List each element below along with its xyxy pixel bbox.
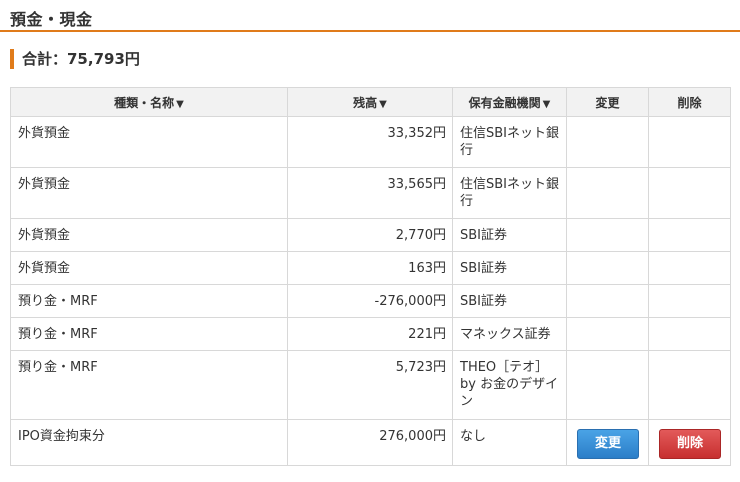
table-header-row: 種類・名称 ▼ 残高 ▼ 保有金融機関 ▼ 変更 削除 bbox=[10, 87, 731, 117]
cell-institution: 住信SBIネット銀行 bbox=[452, 167, 567, 219]
cell-delete bbox=[648, 350, 731, 420]
cell-balance: 163円 bbox=[287, 251, 453, 285]
cell-balance: 33,352円 bbox=[287, 116, 453, 168]
cell-delete bbox=[648, 167, 731, 219]
table-row: 預り金・MRF 221円 マネックス証券 bbox=[10, 317, 731, 351]
cell-type: 預り金・MRF bbox=[10, 350, 288, 420]
sort-down-icon: ▼ bbox=[176, 98, 184, 110]
deposits-table: 種類・名称 ▼ 残高 ▼ 保有金融機関 ▼ 変更 削除 外貨預金 33,352円 住信… bbox=[10, 87, 731, 466]
column-header-balance[interactable]: 残高 ▼ bbox=[287, 87, 453, 117]
column-header-institution-label: 保有金融機関 bbox=[468, 95, 541, 110]
column-header-type[interactable]: 種類・名称 ▼ bbox=[10, 87, 288, 117]
cell-institution: SBI証券 bbox=[452, 284, 567, 318]
cell-institution: SBI証券 bbox=[452, 251, 567, 285]
cell-type: IPO資金拘束分 bbox=[10, 419, 288, 466]
cell-delete bbox=[648, 116, 731, 168]
cell-balance: -276,000円 bbox=[287, 284, 453, 318]
column-header-type-label: 種類・名称 bbox=[114, 95, 175, 110]
cell-institution: THEO［テオ］by お金のデザイン bbox=[452, 350, 567, 420]
sort-down-icon: ▼ bbox=[542, 98, 551, 110]
table-row: 外貨預金 2,770円 SBI証券 bbox=[10, 218, 731, 252]
cell-delete bbox=[648, 284, 731, 318]
cell-balance: 33,565円 bbox=[287, 167, 453, 219]
delete-button[interactable]: 削除 bbox=[659, 429, 721, 459]
cell-type: 外貨預金 bbox=[10, 251, 288, 285]
cell-delete bbox=[648, 251, 731, 285]
cell-edit bbox=[566, 350, 649, 420]
cell-type: 預り金・MRF bbox=[10, 284, 288, 318]
column-header-delete: 削除 bbox=[648, 87, 731, 117]
total-amount: 合計：75,793円 bbox=[10, 49, 140, 69]
table-row: 預り金・MRF 5,723円 THEO［テオ］by お金のデザイン bbox=[10, 350, 731, 420]
cell-type: 外貨預金 bbox=[10, 116, 288, 168]
column-header-edit: 変更 bbox=[566, 87, 649, 117]
cell-balance: 5,723円 bbox=[287, 350, 453, 420]
cell-edit bbox=[566, 116, 649, 168]
table-row: 外貨預金 163円 SBI証券 bbox=[10, 251, 731, 285]
table-row: 外貨預金 33,565円 住信SBIネット銀行 bbox=[10, 167, 731, 219]
cell-edit: 変更 bbox=[566, 419, 649, 466]
cell-delete bbox=[648, 317, 731, 351]
sort-down-icon: ▼ bbox=[379, 98, 387, 110]
cell-delete bbox=[648, 218, 731, 252]
cell-institution: マネックス証券 bbox=[452, 317, 567, 351]
cell-edit bbox=[566, 218, 649, 252]
cell-type: 外貨預金 bbox=[10, 218, 288, 252]
cell-balance: 221円 bbox=[287, 317, 453, 351]
edit-button[interactable]: 変更 bbox=[577, 429, 639, 459]
column-header-balance-label: 残高 bbox=[353, 95, 378, 110]
cell-edit bbox=[566, 317, 649, 351]
cell-institution: SBI証券 bbox=[452, 218, 567, 252]
column-header-institution[interactable]: 保有金融機関 ▼ bbox=[452, 87, 567, 117]
cell-type: 外貨預金 bbox=[10, 167, 288, 219]
table-row: IPO資金拘束分 276,000円 なし 変更 削除 bbox=[10, 419, 731, 466]
cell-edit bbox=[566, 251, 649, 285]
page-header: 預金・現金 bbox=[0, 0, 740, 32]
cell-delete: 削除 bbox=[648, 419, 731, 466]
table-row: 預り金・MRF -276,000円 SBI証券 bbox=[10, 284, 731, 318]
cell-institution: 住信SBIネット銀行 bbox=[452, 116, 567, 168]
cell-edit bbox=[566, 167, 649, 219]
cell-balance: 276,000円 bbox=[287, 419, 453, 466]
cell-edit bbox=[566, 284, 649, 318]
table-row: 外貨預金 33,352円 住信SBIネット銀行 bbox=[10, 116, 731, 168]
cell-type: 預り金・MRF bbox=[10, 317, 288, 351]
cell-balance: 2,770円 bbox=[287, 218, 453, 252]
page-title: 預金・現金 bbox=[10, 10, 93, 29]
cell-institution: なし bbox=[452, 419, 567, 466]
